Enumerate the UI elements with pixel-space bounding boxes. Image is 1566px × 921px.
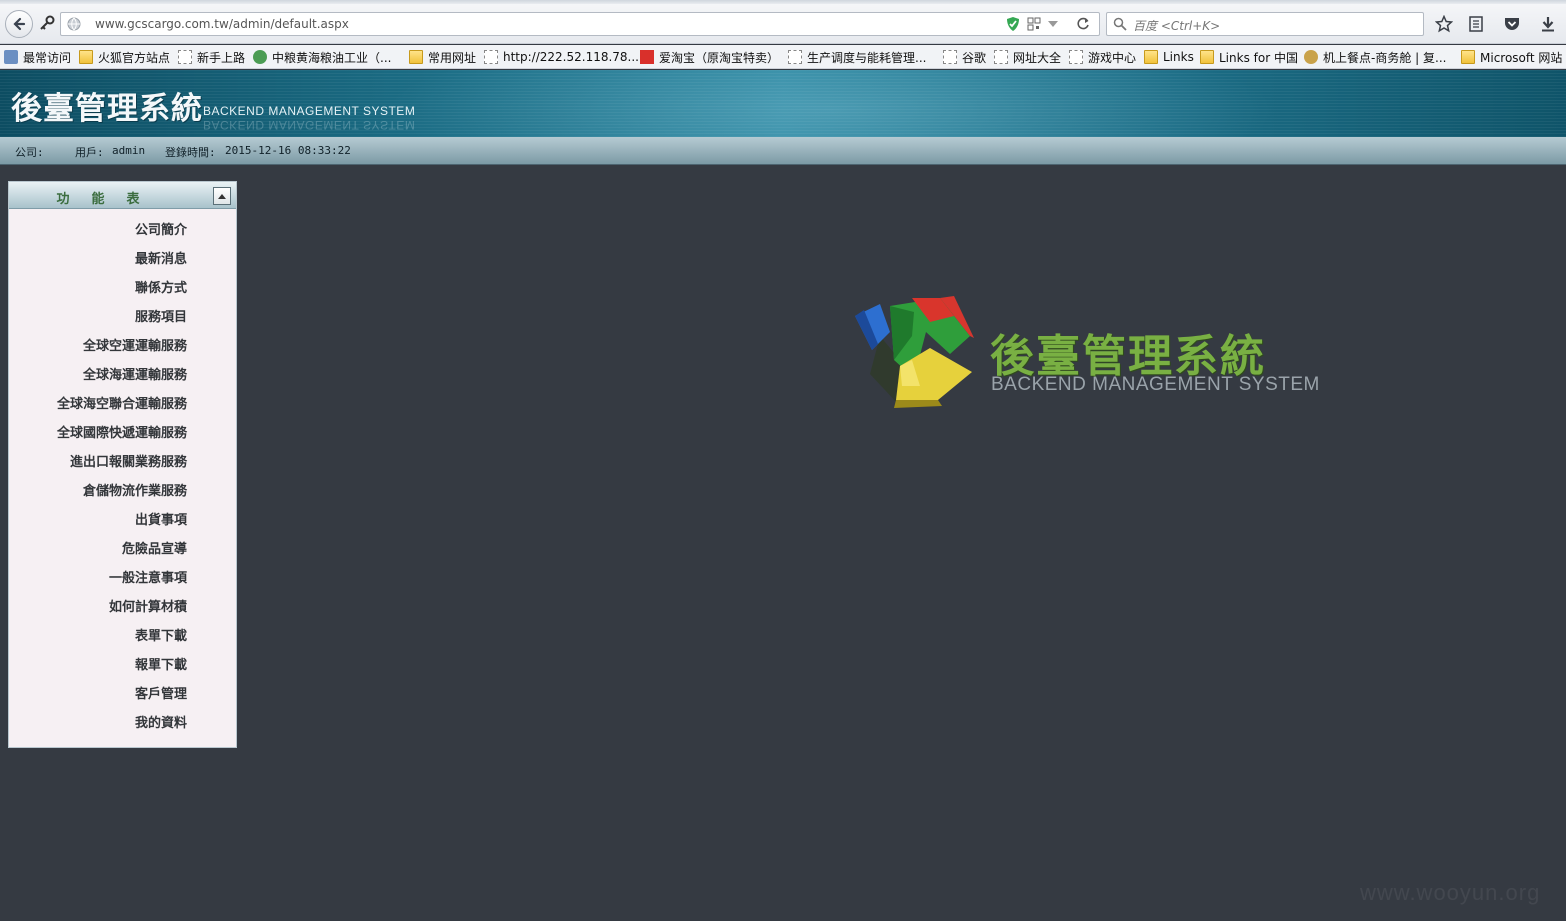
- folder-icon: [1461, 50, 1475, 64]
- login-time-value: 2015-12-16 08:33:22: [225, 144, 351, 157]
- bookmark-item[interactable]: 中粮黄海粮油工业（...: [253, 49, 391, 65]
- url-text: www.gcscargo.com.tw/admin/default.aspx: [95, 17, 349, 31]
- page-icon: [484, 50, 498, 64]
- back-arrow-icon: [13, 17, 26, 31]
- bookmark-item[interactable]: 新手上路: [178, 49, 245, 65]
- menu-item-air-freight[interactable]: 全球空運運輸服務: [9, 334, 187, 363]
- menu-item-company-profile[interactable]: 公司簡介: [9, 218, 187, 247]
- menu-item-my-profile[interactable]: 我的資料: [9, 711, 187, 740]
- folder-icon: [1144, 50, 1158, 64]
- menu-item-sea-air-freight[interactable]: 全球海空聯合運輸服務: [9, 392, 187, 421]
- page-icon: [178, 50, 192, 64]
- menu-title: 功能表: [56, 192, 162, 207]
- bookmark-item[interactable]: 常用网址: [409, 49, 476, 65]
- menu-header: 功能表: [9, 182, 236, 209]
- bookmark-item[interactable]: Links: [1144, 49, 1194, 65]
- download-icon[interactable]: [1538, 14, 1558, 34]
- identity-key-icon[interactable]: [37, 13, 57, 33]
- menu-item-sea-freight[interactable]: 全球海運運輸服務: [9, 363, 187, 392]
- globe-icon: [67, 17, 81, 31]
- bookmark-item[interactable]: Links for 中国: [1200, 49, 1298, 65]
- search-icon: [4, 50, 18, 64]
- page-icon: [788, 50, 802, 64]
- banner-title: 後臺管理系統: [11, 91, 203, 127]
- bookmark-item[interactable]: Microsoft 网站: [1461, 49, 1562, 65]
- menu-item-warehousing[interactable]: 倉儲物流作業服務: [9, 479, 187, 508]
- site-icon: [1304, 50, 1318, 64]
- search-placeholder: 百度 <Ctrl+K>: [1133, 19, 1221, 33]
- address-bar[interactable]: www.gcscargo.com.tw/admin/default.aspx: [60, 12, 1100, 36]
- page-icon: [1069, 50, 1083, 64]
- reload-icon[interactable]: [1075, 16, 1091, 32]
- menu-item-customer-management[interactable]: 客戶管理: [9, 682, 187, 711]
- bookmark-item[interactable]: 游戏中心: [1069, 49, 1136, 65]
- chevron-down-icon[interactable]: [1047, 19, 1059, 29]
- bookmarks-toolbar: 最常访问 火狐官方站点 新手上路 中粮黄海粮油工业（... 常用网址 http:…: [0, 45, 1566, 69]
- bookmark-item[interactable]: 网址大全: [994, 49, 1061, 65]
- menu-item-shipping-notes[interactable]: 出貨事項: [9, 508, 187, 537]
- bookmark-item[interactable]: http://222.52.118.78...: [484, 49, 639, 65]
- bookmark-item[interactable]: 生产调度与能耗管理...: [788, 49, 926, 65]
- watermark: www.wooyun.org: [1360, 880, 1541, 905]
- login-time-label: 登錄時間:: [165, 146, 216, 159]
- menu-list: 公司簡介 最新消息 聯係方式 服務項目 全球空運運輸服務 全球海運運輸服務 全球…: [9, 218, 236, 740]
- menu-item-form-download[interactable]: 表單下載: [9, 624, 187, 653]
- search-icon: [1113, 17, 1127, 31]
- system-logo: 後臺管理系統 BACKEND MANAGEMENT SYSTEM: [850, 296, 1320, 416]
- tab-strip: [0, 0, 1566, 4]
- menu-item-latest-news[interactable]: 最新消息: [9, 247, 187, 276]
- reading-list-icon[interactable]: [1466, 14, 1486, 34]
- logo-arrow-icon: [855, 296, 974, 408]
- site-banner: 後臺管理系統 BACKEND MANAGEMENT SYSTEM BACKEND…: [0, 70, 1566, 137]
- menu-item-volume-calc[interactable]: 如何計算材積: [9, 595, 187, 624]
- qr-code-icon[interactable]: [1027, 17, 1041, 31]
- user-value: admin: [112, 144, 146, 157]
- folder-icon: [1200, 50, 1214, 64]
- menu-item-contact[interactable]: 聯係方式: [9, 276, 187, 305]
- back-button[interactable]: [5, 10, 33, 38]
- folder-icon: [79, 50, 93, 64]
- menu-item-general-notes[interactable]: 一般注意事項: [9, 566, 187, 595]
- collapse-button[interactable]: [213, 187, 231, 205]
- browser-toolbar: www.gcscargo.com.tw/admin/default.aspx 百…: [0, 0, 1566, 44]
- pocket-icon[interactable]: [1502, 14, 1522, 34]
- bookmark-item[interactable]: 火狐官方站点: [79, 49, 170, 65]
- menu-item-customs[interactable]: 進出口報關業務服務: [9, 450, 187, 479]
- search-bar[interactable]: 百度 <Ctrl+K>: [1106, 12, 1424, 36]
- menu-item-services[interactable]: 服務項目: [9, 305, 187, 334]
- page-icon: [994, 50, 1008, 64]
- bookmark-item[interactable]: 谷歌: [943, 49, 986, 65]
- folder-icon: [409, 50, 423, 64]
- banner-subtitle-reflection: BACKEND MANAGEMENT SYSTEM: [203, 118, 416, 132]
- company-label: 公司:: [15, 146, 44, 159]
- function-menu: 功能表 公司簡介 最新消息 聯係方式 服務項目 全球空運運輸服務 全球海運運輸服…: [8, 181, 237, 748]
- banner-subtitle: BACKEND MANAGEMENT SYSTEM: [203, 104, 416, 118]
- bookmark-item[interactable]: 机上餐点-商务舱 | 复...: [1304, 49, 1446, 65]
- bookmark-star-icon[interactable]: [1434, 14, 1454, 34]
- security-shield-icon[interactable]: [1005, 16, 1021, 32]
- logo-subtitle: BACKEND MANAGEMENT SYSTEM: [991, 374, 1320, 395]
- chevron-up-icon: [218, 194, 226, 199]
- taobao-icon: [640, 50, 654, 64]
- page-icon: [943, 50, 957, 64]
- bookmark-item[interactable]: 爱淘宝（原淘宝特卖）: [640, 49, 779, 65]
- menu-item-express[interactable]: 全球國際快遞運輸服務: [9, 421, 187, 450]
- user-status-bar: 公司: 用戶: admin 登錄時間: 2015-12-16 08:33:22: [0, 137, 1566, 165]
- menu-item-dangerous-goods[interactable]: 危險品宣導: [9, 537, 187, 566]
- site-icon: [253, 50, 267, 64]
- bookmark-item[interactable]: 最常访问: [4, 49, 71, 65]
- menu-item-declaration-download[interactable]: 報單下載: [9, 653, 187, 682]
- user-label: 用戶:: [75, 146, 104, 159]
